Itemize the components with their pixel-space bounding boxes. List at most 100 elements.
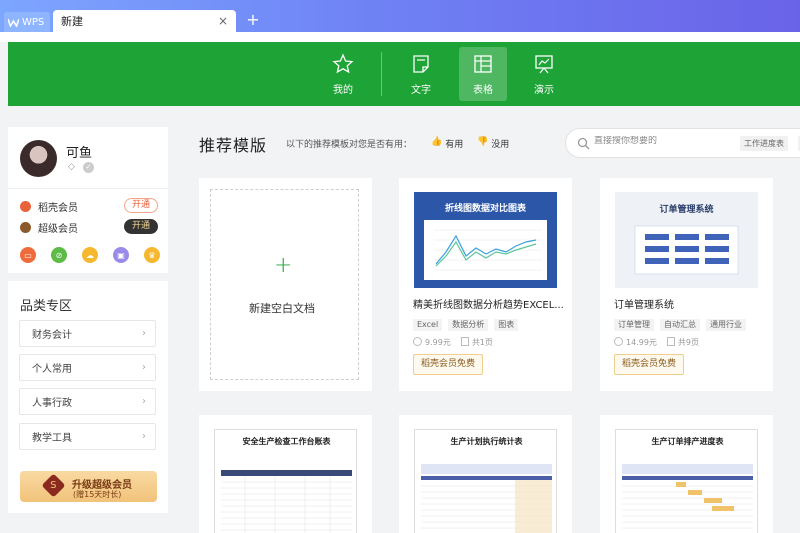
title-bar: WPS 新建 × + [0, 0, 800, 32]
template-name[interactable]: 精美折线图数据分析趋势EXCEL... [413, 296, 563, 311]
template-card[interactable]: 生产计划执行统计表 [399, 415, 572, 533]
page-count-value: 共1页 [471, 338, 493, 347]
chevron-right-icon: › [142, 362, 146, 373]
new-document-tab[interactable]: 新建 × [53, 10, 236, 32]
search-icon [577, 137, 590, 150]
crown-icon[interactable]: ♛ [144, 247, 160, 263]
price: 9.99元 [413, 337, 451, 348]
template-tag[interactable]: 订单管理 [614, 319, 654, 331]
feedback-useful-label: 有用 [445, 140, 464, 150]
nav-presentation-label: 演示 [534, 84, 554, 96]
spreadsheet-thumbnail-icon [221, 470, 352, 533]
docer-vip-icon [20, 200, 31, 212]
presentation-icon [535, 54, 553, 73]
super-vip-row: 超级会员 开通 [20, 219, 158, 235]
super-vip-logo-icon: S [41, 473, 66, 498]
template-meta: 9.99元 共1页 [413, 337, 493, 348]
new-blank-document-card[interactable]: + 新建空白文档 [199, 178, 372, 391]
template-thumbnail: 生产计划执行统计表 [414, 429, 557, 533]
category-item-label: 教学工具 [32, 433, 72, 444]
price-value: 9.99元 [425, 338, 451, 347]
category-item-label: 人事行政 [32, 398, 72, 409]
category-card: 品类专区 财务会计 › 个人常用 › 人事行政 › 教学工具 › S 升级超级会… [8, 281, 168, 513]
user-name[interactable]: 可鱼 [66, 142, 92, 161]
price-value: 14.99元 [626, 338, 657, 347]
nav-spreadsheet[interactable]: 表格 [459, 47, 507, 101]
user-badges: ◇ ✓ [66, 162, 94, 173]
feedback-useless-label: 没用 [491, 140, 510, 150]
category-item-hr[interactable]: 人事行政 › [19, 388, 156, 415]
template-tag[interactable]: Excel [413, 319, 443, 331]
nav-writer[interactable]: 文字 [397, 47, 445, 101]
template-name[interactable]: 订单管理系统 [614, 296, 764, 311]
template-card[interactable]: 安全生产检查工作台账表 [199, 415, 372, 533]
feedback-useful-button[interactable]: 👍 有用 [431, 137, 463, 150]
template-tags: 订单管理 自动汇总 通用行业 [614, 319, 746, 331]
search-input[interactable] [594, 136, 734, 146]
category-title: 品类专区 [20, 299, 73, 314]
template-thumbnail: 生产订单排产进度表 [615, 429, 758, 533]
spreadsheet-thumbnail-icon [622, 464, 753, 529]
divider [8, 188, 168, 189]
category-item-label: 个人常用 [32, 364, 72, 375]
close-icon[interactable]: × [216, 14, 230, 28]
nav-mine-label: 我的 [333, 84, 353, 96]
page-count-value: 共9页 [677, 338, 699, 347]
new-tab-button[interactable]: + [245, 12, 261, 28]
star-icon [332, 52, 354, 73]
line-chart-thumbnail-icon [424, 220, 547, 280]
cloud-icon[interactable]: ☁ [82, 247, 98, 263]
template-tag[interactable]: 图表 [494, 319, 519, 331]
category-item-teaching[interactable]: 教学工具 › [19, 423, 156, 450]
template-thumbnail: 订单管理系统 [615, 192, 758, 288]
chevron-right-icon: › [142, 431, 146, 442]
new-document-tab-label: 新建 [61, 15, 83, 28]
coin-icon [614, 337, 623, 346]
super-vip-open-button[interactable]: 开通 [124, 219, 158, 234]
super-vip-label: 超级会员 [38, 223, 78, 235]
template-tag[interactable]: 数据分析 [448, 319, 489, 331]
order-system-thumbnail-icon [634, 225, 739, 275]
feedback-useless-button[interactable]: 👎 没用 [477, 137, 509, 150]
docer-vip-free-badge[interactable]: 稻壳会员免费 [413, 354, 484, 375]
thumbs-down-icon: 👎 [477, 137, 489, 147]
ban-icon[interactable]: ⊘ [51, 247, 67, 263]
backup-icon[interactable]: ▭ [20, 247, 36, 263]
upgrade-super-vip-button[interactable]: S 升级超级会员 (赠15天时长) [20, 471, 157, 502]
level-badge-icon: ✓ [83, 162, 94, 173]
spreadsheet-thumbnail-icon [421, 464, 552, 533]
feedback-question: 以下的推荐模板对您是否有用： [286, 140, 413, 150]
top-spacer [0, 32, 800, 42]
docer-vip-open-button[interactable]: 开通 [124, 198, 158, 213]
price: 14.99元 [614, 337, 657, 348]
new-doc-dashed-frame [210, 189, 359, 380]
template-thumbnail: 安全生产检查工作台账表 [214, 429, 357, 533]
chevron-right-icon: › [142, 328, 146, 339]
template-tag[interactable]: 通用行业 [706, 319, 746, 331]
image-icon[interactable]: ▣ [113, 247, 129, 263]
template-card[interactable]: 订单管理系统 订单管理系统 订单管理 自动汇总 通用行业 14.99元 共9页 … [600, 178, 773, 391]
nav-mine[interactable]: 我的 [319, 47, 367, 101]
wps-home-tab[interactable]: WPS [4, 12, 50, 32]
category-item-personal[interactable]: 个人常用 › [19, 354, 156, 381]
docer-vip-free-badge[interactable]: 稻壳会员免费 [614, 354, 685, 375]
document-icon [413, 54, 429, 73]
template-card[interactable]: 折线图数据对比图表 精美折线图数据分析趋势EXCEL... Excel 数据分析… [399, 178, 572, 391]
tag-icon: ◇ [68, 162, 75, 172]
category-item-finance[interactable]: 财务会计 › [19, 320, 156, 347]
category-item-label: 财务会计 [32, 330, 72, 341]
page-icon [666, 337, 675, 346]
search-suggestion-tag[interactable]: 工作进度表 [740, 136, 788, 151]
nav-divider [381, 52, 382, 96]
avatar[interactable] [20, 140, 57, 177]
wps-logo-icon [8, 18, 19, 27]
template-meta: 14.99元 共9页 [614, 337, 699, 348]
docer-vip-label: 稻壳会员 [38, 202, 78, 214]
docer-vip-row: 稻壳会员 开通 [20, 198, 158, 214]
profile-card: 可鱼 ◇ ✓ 稻壳会员 开通 超级会员 开通 ▭ ⊘ ☁ ▣ ♛ [8, 127, 168, 273]
page-title: 推荐模版 [199, 136, 268, 155]
template-card[interactable]: 生产订单排产进度表 [600, 415, 773, 533]
nav-presentation[interactable]: 演示 [520, 47, 568, 101]
template-tag[interactable]: 自动汇总 [660, 319, 700, 331]
table-icon [474, 54, 492, 73]
